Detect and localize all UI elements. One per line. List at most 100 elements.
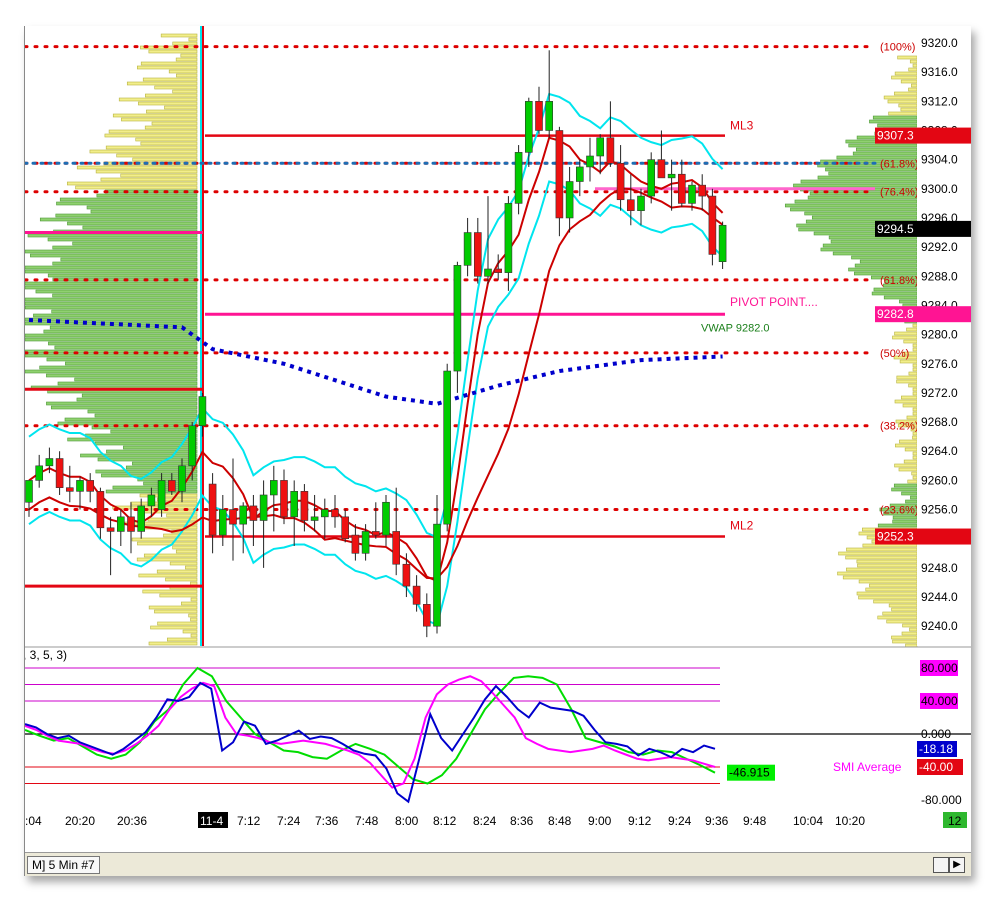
- left-profile-bar: [132, 157, 198, 162]
- left-profile-bar: [172, 41, 198, 46]
- smi-signal-value-label: -46.915: [729, 766, 770, 780]
- left-profile-bar: [176, 73, 198, 78]
- left-profile-bar: [105, 145, 198, 150]
- candle-body: [76, 480, 84, 492]
- candle-body: [331, 509, 339, 518]
- candle-body: [178, 465, 186, 492]
- right-profile-bar: [911, 471, 918, 476]
- left-profile-bar: [46, 357, 198, 362]
- right-profile-bar: [830, 239, 918, 244]
- right-profile-bar: [873, 599, 918, 604]
- right-profile-bar: [902, 623, 918, 628]
- candle-body: [219, 509, 227, 536]
- right-profile-bar: [869, 583, 918, 588]
- left-profile-bar: [59, 197, 198, 202]
- left-profile-bar: [51, 309, 198, 314]
- ml2-label: ML2: [730, 519, 754, 533]
- left-profile-bar: [72, 241, 198, 246]
- scroll-left-button[interactable]: [933, 857, 949, 873]
- candle-body: [106, 527, 115, 532]
- right-profile-bar: [912, 391, 918, 396]
- right-profile-bar: [900, 79, 918, 84]
- left-profile-bar: [25, 369, 198, 374]
- right-profile-bar: [856, 559, 918, 564]
- left-profile-bar: [57, 381, 198, 386]
- right-profile-bar: [858, 595, 918, 600]
- time-axis-bg: [25, 810, 971, 852]
- left-profile-bar: [52, 261, 198, 266]
- candle-body: [412, 585, 421, 605]
- left-profile-bar: [121, 117, 198, 122]
- left-profile-bar: [123, 445, 198, 450]
- left-profile-bar: [190, 617, 198, 622]
- right-profile-bar: [848, 143, 918, 148]
- right-profile-bar: [908, 383, 918, 388]
- left-profile-bar: [142, 77, 198, 82]
- candle-body: [249, 505, 258, 521]
- left-profile-bar: [140, 141, 198, 146]
- right-profile-bar: [846, 547, 918, 552]
- left-profile-bar: [120, 173, 198, 178]
- candle-body: [606, 137, 615, 164]
- timeframe-tab[interactable]: M] 5 Min #7: [27, 856, 100, 874]
- candle-body: [647, 159, 656, 197]
- right-profile-bar: [899, 299, 918, 304]
- right-profile-bar: [804, 211, 918, 216]
- candle-body: [55, 458, 64, 488]
- left-profile-bar: [66, 181, 198, 186]
- left-profile-bar: [87, 409, 198, 414]
- right-profile-bar: [828, 171, 918, 176]
- left-profile-bar: [35, 289, 198, 294]
- left-profile-bar: [104, 189, 198, 194]
- right-profile-bar: [784, 203, 918, 208]
- left-profile-bar: [156, 569, 198, 574]
- left-profile-bar: [95, 169, 198, 174]
- right-profile-bar: [908, 371, 918, 376]
- left-profile-bar: [181, 601, 198, 606]
- left-profile-bar: [46, 401, 198, 406]
- right-profile-bar: [891, 635, 918, 640]
- price-badge-label: 9294.5: [877, 222, 914, 236]
- right-profile-bar: [902, 403, 918, 408]
- candle-body: [616, 162, 625, 201]
- candle-body: [168, 480, 176, 492]
- right-profile-bar: [912, 343, 918, 348]
- left-profile-bar: [190, 581, 198, 586]
- right-profile-bar: [838, 551, 918, 556]
- left-profile-bar: [140, 61, 198, 66]
- left-profile-bar: [33, 313, 198, 318]
- price-tick-label: 9256.0: [921, 503, 958, 517]
- right-profile-bar: [854, 263, 918, 268]
- left-profile-bar: [157, 621, 198, 626]
- left-profile-bar: [148, 49, 198, 54]
- left-profile-bar: [27, 233, 198, 238]
- right-profile-bar: [901, 395, 918, 400]
- price-tick-label: 9264.0: [921, 444, 958, 458]
- candle-body: [667, 173, 676, 179]
- indicator-bg: [25, 648, 917, 828]
- left-profile-bar: [139, 509, 198, 514]
- right-profile-bar: [888, 111, 918, 116]
- candle-body: [239, 505, 247, 525]
- candle-body: [688, 184, 696, 204]
- price-tick-label: 9292.0: [921, 240, 958, 254]
- left-profile-bar: [142, 589, 198, 594]
- candle-body: [310, 516, 319, 521]
- scroll-right-arrow-icon[interactable]: ▶: [949, 857, 965, 873]
- left-profile-bar: [55, 213, 198, 218]
- fib-percent-label: (38.2%): [880, 421, 919, 433]
- left-profile-bar: [25, 285, 198, 290]
- right-profile-bar: [910, 495, 918, 500]
- candle-body: [259, 494, 268, 521]
- right-profile-bar: [911, 83, 918, 88]
- right-profile-bar: [892, 639, 918, 644]
- candle-body: [300, 491, 309, 521]
- left-profile-bar: [175, 549, 198, 554]
- candle-body: [96, 491, 105, 529]
- left-profile-bar: [25, 249, 198, 254]
- right-profile-bar: [909, 59, 918, 64]
- candle-body: [361, 531, 370, 554]
- candle-body: [657, 159, 666, 179]
- right-profile-bar: [865, 587, 918, 592]
- right-profile-bar: [886, 619, 918, 624]
